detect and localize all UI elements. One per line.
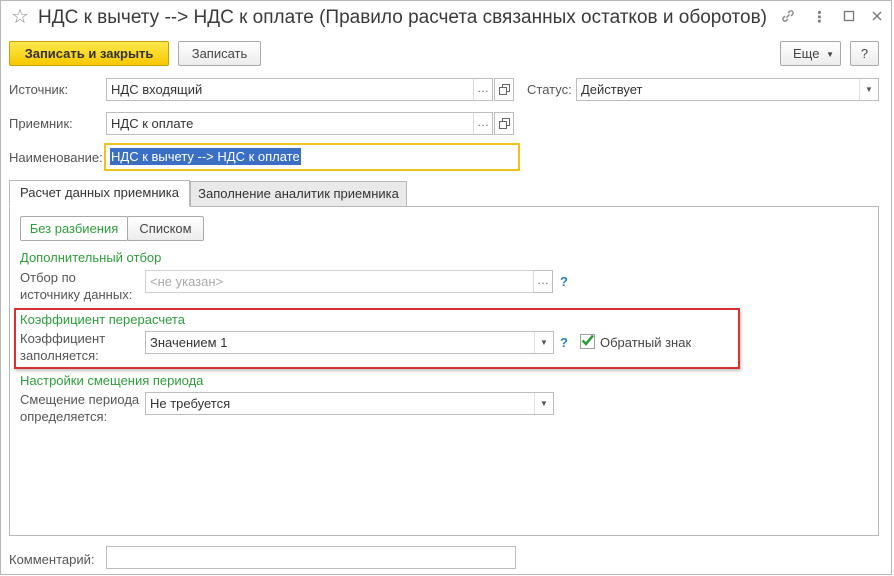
name-field[interactable]: НДС к вычету --> НДС к оплате [104, 143, 520, 171]
chevron-down-icon: ▼ [826, 50, 834, 59]
chevron-down-icon[interactable]: ▼ [534, 332, 553, 353]
status-value: Действует [581, 82, 643, 97]
status-label: Статус: [527, 82, 572, 97]
help-button[interactable]: ? [850, 41, 879, 66]
name-label: Наименование: [9, 150, 103, 165]
chevron-down-icon[interactable]: ▼ [859, 79, 878, 100]
save-button[interactable]: Записать [178, 41, 261, 66]
coefficient-help-icon[interactable]: ? [560, 335, 568, 350]
source-select-button[interactable]: … [473, 78, 493, 101]
more-button-label: Еще [793, 46, 820, 61]
receiver-select-button[interactable]: … [473, 112, 493, 135]
comment-field[interactable] [106, 546, 516, 569]
coefficient-header: Коэффициент перерасчета [20, 312, 185, 327]
maximize-icon[interactable] [839, 8, 859, 28]
period-shift-value: Не требуется [150, 396, 231, 411]
status-select[interactable]: Действует ▼ [576, 78, 879, 101]
period-shift-label-line1: Смещение периода [20, 392, 140, 407]
coefficient-label-line2: заполняется: [20, 348, 99, 363]
receiver-field[interactable]: НДС к оплате [106, 112, 474, 135]
window-title: НДС к вычету --> НДС к оплате (Правило р… [38, 7, 767, 28]
extra-filter-header: Дополнительный отбор [20, 250, 162, 265]
period-shift-label-line2: определяется: [20, 409, 108, 424]
mode-list-button[interactable]: Списком [127, 216, 204, 241]
source-label: Источник: [9, 82, 69, 97]
period-shift-select[interactable]: Не требуется ▼ [145, 392, 554, 415]
reverse-sign-checkbox[interactable] [580, 334, 595, 349]
coefficient-select[interactable]: Значением 1 ▼ [145, 331, 554, 354]
source-open-button[interactable] [494, 78, 514, 101]
tab-receiver-analytics[interactable]: Заполнение аналитик приемника [190, 181, 407, 207]
checkmark-icon [581, 334, 595, 346]
receiver-label: Приемник: [9, 116, 73, 131]
filter-help-icon[interactable]: ? [560, 274, 568, 289]
tab-panel: Без разбиения Списком Дополнительный отб… [9, 206, 879, 536]
period-shift-header: Настройки смещения периода [20, 373, 204, 388]
coefficient-label-line1: Коэффициент [20, 331, 106, 346]
link-icon[interactable] [778, 8, 798, 28]
coefficient-value: Значением 1 [150, 335, 228, 350]
comment-label: Комментарий: [9, 552, 95, 567]
reverse-sign-label[interactable]: Обратный знак [600, 335, 691, 350]
more-icon[interactable]: ⋮ [809, 8, 829, 28]
save-and-close-button[interactable]: Записать и закрыть [9, 41, 169, 66]
name-value: НДС к вычету --> НДС к оплате [110, 148, 301, 165]
filter-field[interactable]: <не указан> [145, 270, 534, 293]
mode-no-split-button[interactable]: Без разбиения [20, 216, 128, 241]
receiver-open-button[interactable] [494, 112, 514, 135]
filter-label-line1: Отбор по [20, 270, 76, 285]
chevron-down-icon[interactable]: ▼ [534, 393, 553, 414]
tab-receiver-data[interactable]: Расчет данных приемника [9, 180, 190, 207]
source-field[interactable]: НДС входящий [106, 78, 474, 101]
star-icon[interactable]: ☆ [11, 7, 29, 27]
more-button[interactable]: Еще ▼ [780, 41, 841, 66]
close-icon[interactable] [867, 8, 887, 28]
filter-select-button[interactable]: … [533, 270, 553, 293]
dialog-window: ☆ НДС к вычету --> НДС к оплате (Правило… [0, 0, 892, 575]
filter-label-line2: источнику данных: [20, 287, 133, 302]
